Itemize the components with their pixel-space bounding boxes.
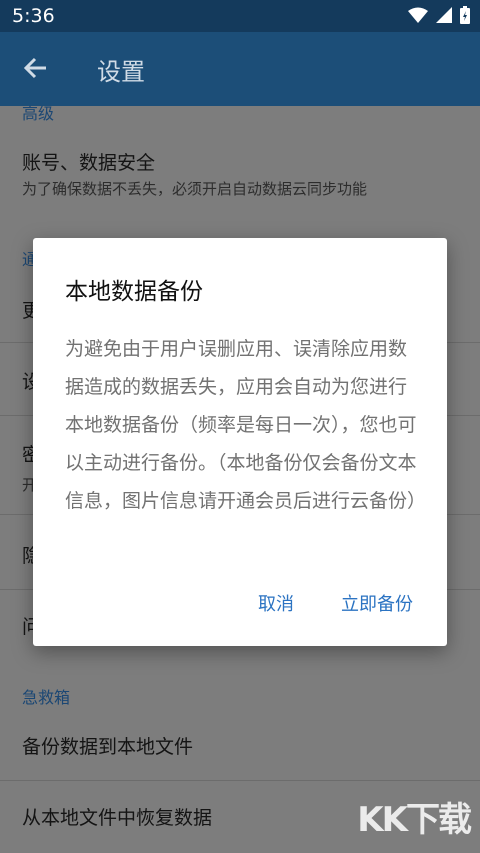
status-time: 5:36 [12, 5, 55, 27]
item-title: 从本地文件中恢复数据 [22, 807, 213, 829]
section-header-advanced: 高级 [22, 104, 55, 123]
list-item-backup-to-file[interactable]: 备份数据到本地文件 [0, 710, 480, 780]
dialog-title: 本地数据备份 [65, 279, 203, 305]
status-bar: 5:36 [0, 0, 480, 32]
page-title: 设置 [97, 58, 145, 86]
backup-dialog: 本地数据备份 为避免由于用户误删应用、误清除应用数据造成的数据丢失，应用会自动为… [33, 238, 447, 646]
signal-icon [436, 7, 452, 23]
dialog-message: 为避免由于用户误删应用、误清除应用数据造成的数据丢失，应用会自动为您进行本地数据… [65, 338, 427, 512]
cancel-button[interactable]: 取消 [258, 590, 294, 616]
item-title: 账号、数据安全 [22, 152, 156, 174]
back-arrow-icon[interactable] [22, 54, 50, 82]
item-title: 备份数据到本地文件 [22, 736, 194, 758]
status-icons [408, 6, 470, 24]
battery-icon [460, 6, 470, 24]
app-bar: 设置 [0, 32, 480, 106]
watermark-logo: KK下载 [357, 800, 472, 840]
list-item-account-security[interactable]: 账号、数据安全 为了确保数据不丢失，必须开启自动数据云同步功能 [0, 136, 480, 226]
section-header-first-aid: 急救箱 [22, 688, 71, 707]
item-subtitle: 为了确保数据不丢失，必须开启自动数据云同步功能 [22, 180, 368, 198]
backup-now-button[interactable]: 立即备份 [341, 590, 413, 616]
wifi-icon [408, 7, 428, 23]
